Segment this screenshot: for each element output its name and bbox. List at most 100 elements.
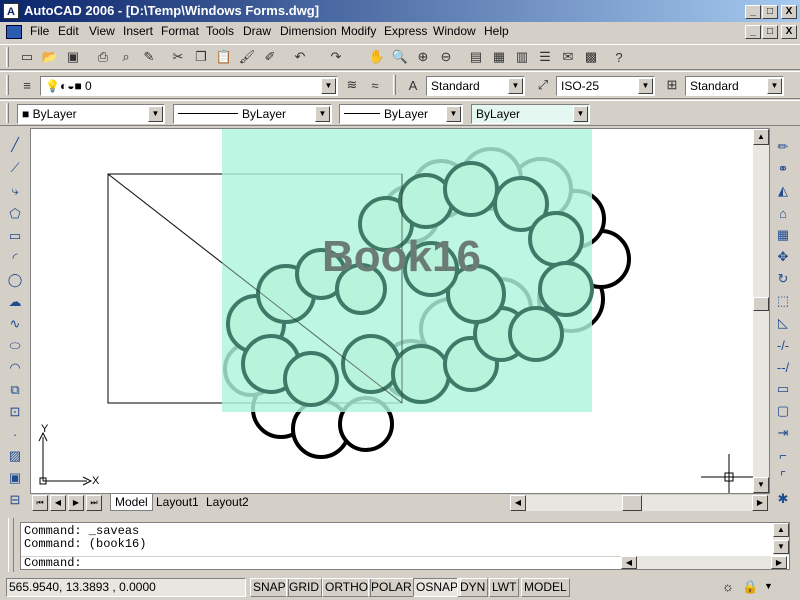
chevron-down-icon[interactable]: ▼ <box>148 106 163 122</box>
tool-palettes-icon[interactable]: ▥ <box>511 46 533 68</box>
save-icon[interactable]: ▣ <box>62 46 84 68</box>
menu-edit[interactable]: Edit <box>55 24 82 38</box>
ortho-toggle[interactable]: ORTHO <box>322 578 372 597</box>
make-block-icon[interactable]: ⊡ <box>4 401 26 423</box>
help-icon[interactable]: ? <box>608 46 630 68</box>
markup-icon[interactable]: ✉ <box>557 46 579 68</box>
scroll-thumb[interactable] <box>753 297 769 311</box>
command-scrollbar[interactable]: ▲ ▼ <box>773 523 789 555</box>
stretch-icon[interactable]: ◺ <box>772 312 794 334</box>
circle-icon[interactable]: ◯ <box>4 269 26 291</box>
scroll-down-icon[interactable]: ▼ <box>773 540 789 554</box>
insert-block-icon[interactable]: ⧉ <box>4 379 26 401</box>
doc-close-button[interactable]: X <box>781 25 797 39</box>
menu-express[interactable]: Express <box>381 24 430 38</box>
explode-icon[interactable]: ✱ <box>772 488 794 510</box>
command-prompt[interactable]: Command: <box>24 556 82 570</box>
table-icon[interactable]: ⊟ <box>4 489 26 511</box>
menu-dimension[interactable]: Dimension <box>277 24 340 38</box>
chevron-down-icon[interactable]: ▼ <box>767 78 782 94</box>
tab-layout2[interactable]: Layout2 <box>202 494 253 511</box>
paste-icon[interactable]: 📋 <box>213 46 235 68</box>
publish-icon[interactable]: ✎ <box>138 46 160 68</box>
doc-minimize-button[interactable]: _ <box>745 25 761 39</box>
new-icon[interactable]: ▭ <box>16 46 38 68</box>
command-h-scrollbar[interactable]: ◀ ▶ <box>621 556 787 569</box>
scroll-right-icon[interactable]: ▶ <box>752 495 768 511</box>
chevron-down-icon[interactable]: ▼ <box>573 106 588 122</box>
offset-icon[interactable]: ⌂ <box>772 202 794 224</box>
snap-toggle[interactable]: SNAP <box>250 578 289 597</box>
properties-icon[interactable]: ▤ <box>465 46 487 68</box>
layer-previous-icon[interactable]: ≈ <box>364 74 386 96</box>
document-icon[interactable] <box>6 25 22 39</box>
table-style-icon[interactable]: ⊞ <box>661 74 683 96</box>
extend-icon[interactable]: --/ <box>772 356 794 378</box>
menu-file[interactable]: File <box>27 24 52 38</box>
make-current-layer-icon[interactable]: ≋ <box>341 74 363 96</box>
mirror-icon[interactable]: ◭ <box>772 180 794 202</box>
chevron-down-icon[interactable]: ▼ <box>446 106 461 122</box>
dyn-toggle[interactable]: DYN <box>457 578 489 597</box>
menu-view[interactable]: View <box>86 24 118 38</box>
text-style-icon[interactable]: A <box>402 74 424 96</box>
rectangle-icon[interactable]: ▭ <box>4 225 26 247</box>
line-icon[interactable]: ╱ <box>4 134 26 156</box>
close-button[interactable]: X <box>781 5 797 19</box>
chamfer-icon[interactable]: ⌐ <box>772 444 794 466</box>
command-window-grip[interactable] <box>8 518 14 572</box>
scale-icon[interactable]: ⬚ <box>772 290 794 312</box>
copy-icon[interactable]: ❐ <box>190 46 212 68</box>
polygon-icon[interactable]: ⬠ <box>4 203 26 225</box>
menu-draw[interactable]: Draw <box>240 24 274 38</box>
polar-toggle[interactable]: POLAR <box>368 578 415 597</box>
first-tab-icon[interactable]: ⏮ <box>32 495 48 511</box>
arc-icon[interactable]: ◜ <box>4 247 26 269</box>
break-icon[interactable]: ▢ <box>772 400 794 422</box>
zoom-realtime-icon[interactable]: 🔍 <box>389 46 411 68</box>
calculator-icon[interactable]: ▩ <box>580 46 602 68</box>
text-style-dropdown[interactable]: Standard ▼ <box>426 76 525 96</box>
tab-layout1[interactable]: Layout1 <box>152 494 203 511</box>
undo-icon[interactable]: ↶ <box>289 46 311 68</box>
redo-icon[interactable]: ↷ <box>325 46 347 68</box>
next-tab-icon[interactable]: ▶ <box>68 495 84 511</box>
command-window[interactable]: Command: _saveas Command: (book16) Comma… <box>20 522 790 570</box>
vertical-scrollbar[interactable]: ▲ ▼ <box>753 129 769 493</box>
h-scroll-thumb[interactable] <box>622 495 642 511</box>
scroll-left-icon[interactable]: ◀ <box>510 495 526 511</box>
lwt-toggle[interactable]: LWT <box>489 578 520 597</box>
toolbar-grip[interactable] <box>6 75 9 95</box>
ellipse-arc-icon[interactable]: ◠ <box>4 357 26 379</box>
revcloud-icon[interactable]: ☁ <box>4 291 26 313</box>
layer-manager-icon[interactable]: ≡ <box>16 74 38 96</box>
pan-icon[interactable]: ✋ <box>366 46 388 68</box>
scroll-up-icon[interactable]: ▲ <box>773 523 789 537</box>
grid-toggle[interactable]: GRID <box>286 578 322 597</box>
join-icon[interactable]: ⇥ <box>772 422 794 444</box>
dim-style-icon[interactable]: ⤢ <box>532 74 554 96</box>
construction-line-icon[interactable]: ⟋ <box>4 157 26 179</box>
layer-dropdown[interactable]: 💡◐◒■ 0 ▼ <box>40 76 338 96</box>
lineweight-dropdown[interactable]: ByLayer ▼ <box>339 104 463 124</box>
menu-tools[interactable]: Tools <box>203 24 237 38</box>
zoom-previous-icon[interactable]: ⊖ <box>435 46 457 68</box>
toolbar-grip[interactable] <box>6 103 9 123</box>
hatch-icon[interactable]: ▨ <box>4 445 26 467</box>
copy-object-icon[interactable]: ⚭ <box>772 158 794 180</box>
move-icon[interactable]: ✥ <box>772 246 794 268</box>
maximize-button[interactable]: □ <box>762 5 778 19</box>
last-tab-icon[interactable]: ⏭ <box>86 495 102 511</box>
scroll-up-icon[interactable]: ▲ <box>753 129 769 145</box>
osnap-toggle[interactable]: OSNAP <box>413 578 462 597</box>
block-editor-icon[interactable]: ✐ <box>259 46 281 68</box>
zoom-window-icon[interactable]: ⊕ <box>412 46 434 68</box>
toolbar-grip[interactable] <box>393 75 396 95</box>
autocad-icon[interactable]: A <box>3 3 19 19</box>
plotstyle-dropdown[interactable]: ByLayer ▼ <box>471 104 590 124</box>
fillet-icon[interactable]: ⌜ <box>772 466 794 488</box>
model-toggle[interactable]: MODEL <box>521 578 570 597</box>
coordinate-display[interactable]: 565.9540, 13.3893 , 0.0000 <box>6 578 246 597</box>
dim-style-dropdown[interactable]: ISO-25 ▼ <box>556 76 655 96</box>
drawing-canvas[interactable]: Book16 Y X ▲ ▼ <box>30 128 770 494</box>
